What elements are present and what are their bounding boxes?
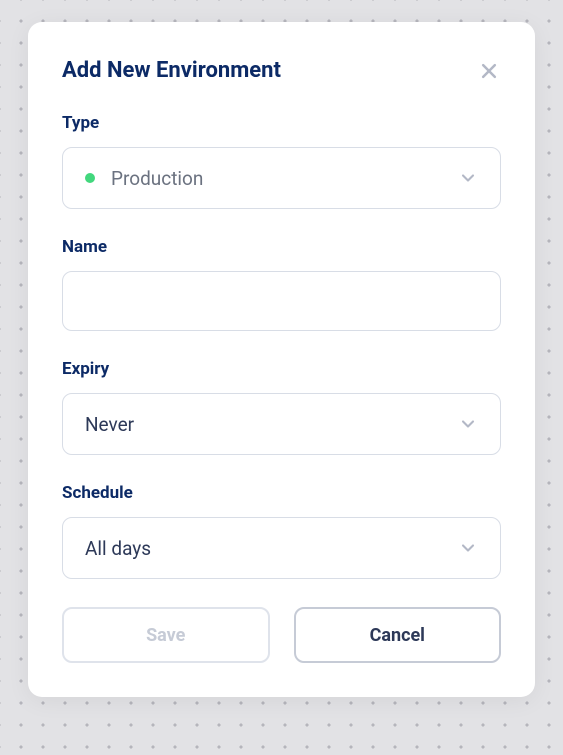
schedule-select-value-wrap: All days: [85, 537, 151, 560]
modal-header: Add New Environment: [62, 58, 501, 83]
save-button-label: Save: [146, 625, 185, 646]
add-environment-modal: Add New Environment Type Production Name…: [28, 22, 535, 697]
schedule-select-value: All days: [85, 537, 151, 560]
type-select-value: Production: [111, 167, 203, 190]
schedule-field-group: Schedule All days: [62, 483, 501, 579]
close-button[interactable]: [477, 59, 501, 83]
cancel-button-label: Cancel: [370, 625, 425, 646]
chevron-down-icon: [458, 538, 478, 558]
chevron-down-icon: [458, 414, 478, 434]
type-select[interactable]: Production: [62, 147, 501, 209]
type-select-value-wrap: Production: [85, 167, 203, 190]
name-label: Name: [62, 237, 501, 257]
type-field-group: Type Production: [62, 113, 501, 209]
expiry-select[interactable]: Never: [62, 393, 501, 455]
name-input[interactable]: [62, 271, 501, 331]
save-button[interactable]: Save: [62, 607, 270, 663]
expiry-label: Expiry: [62, 359, 501, 379]
schedule-select[interactable]: All days: [62, 517, 501, 579]
cancel-button[interactable]: Cancel: [294, 607, 502, 663]
expiry-select-value: Never: [85, 413, 134, 436]
schedule-label: Schedule: [62, 483, 501, 503]
chevron-down-icon: [458, 168, 478, 188]
button-row: Save Cancel: [62, 607, 501, 663]
close-icon: [479, 61, 499, 81]
expiry-select-value-wrap: Never: [85, 413, 134, 436]
expiry-field-group: Expiry Never: [62, 359, 501, 455]
modal-title: Add New Environment: [62, 58, 281, 83]
type-label: Type: [62, 113, 501, 133]
status-dot-icon: [85, 173, 95, 183]
name-field-group: Name: [62, 237, 501, 331]
